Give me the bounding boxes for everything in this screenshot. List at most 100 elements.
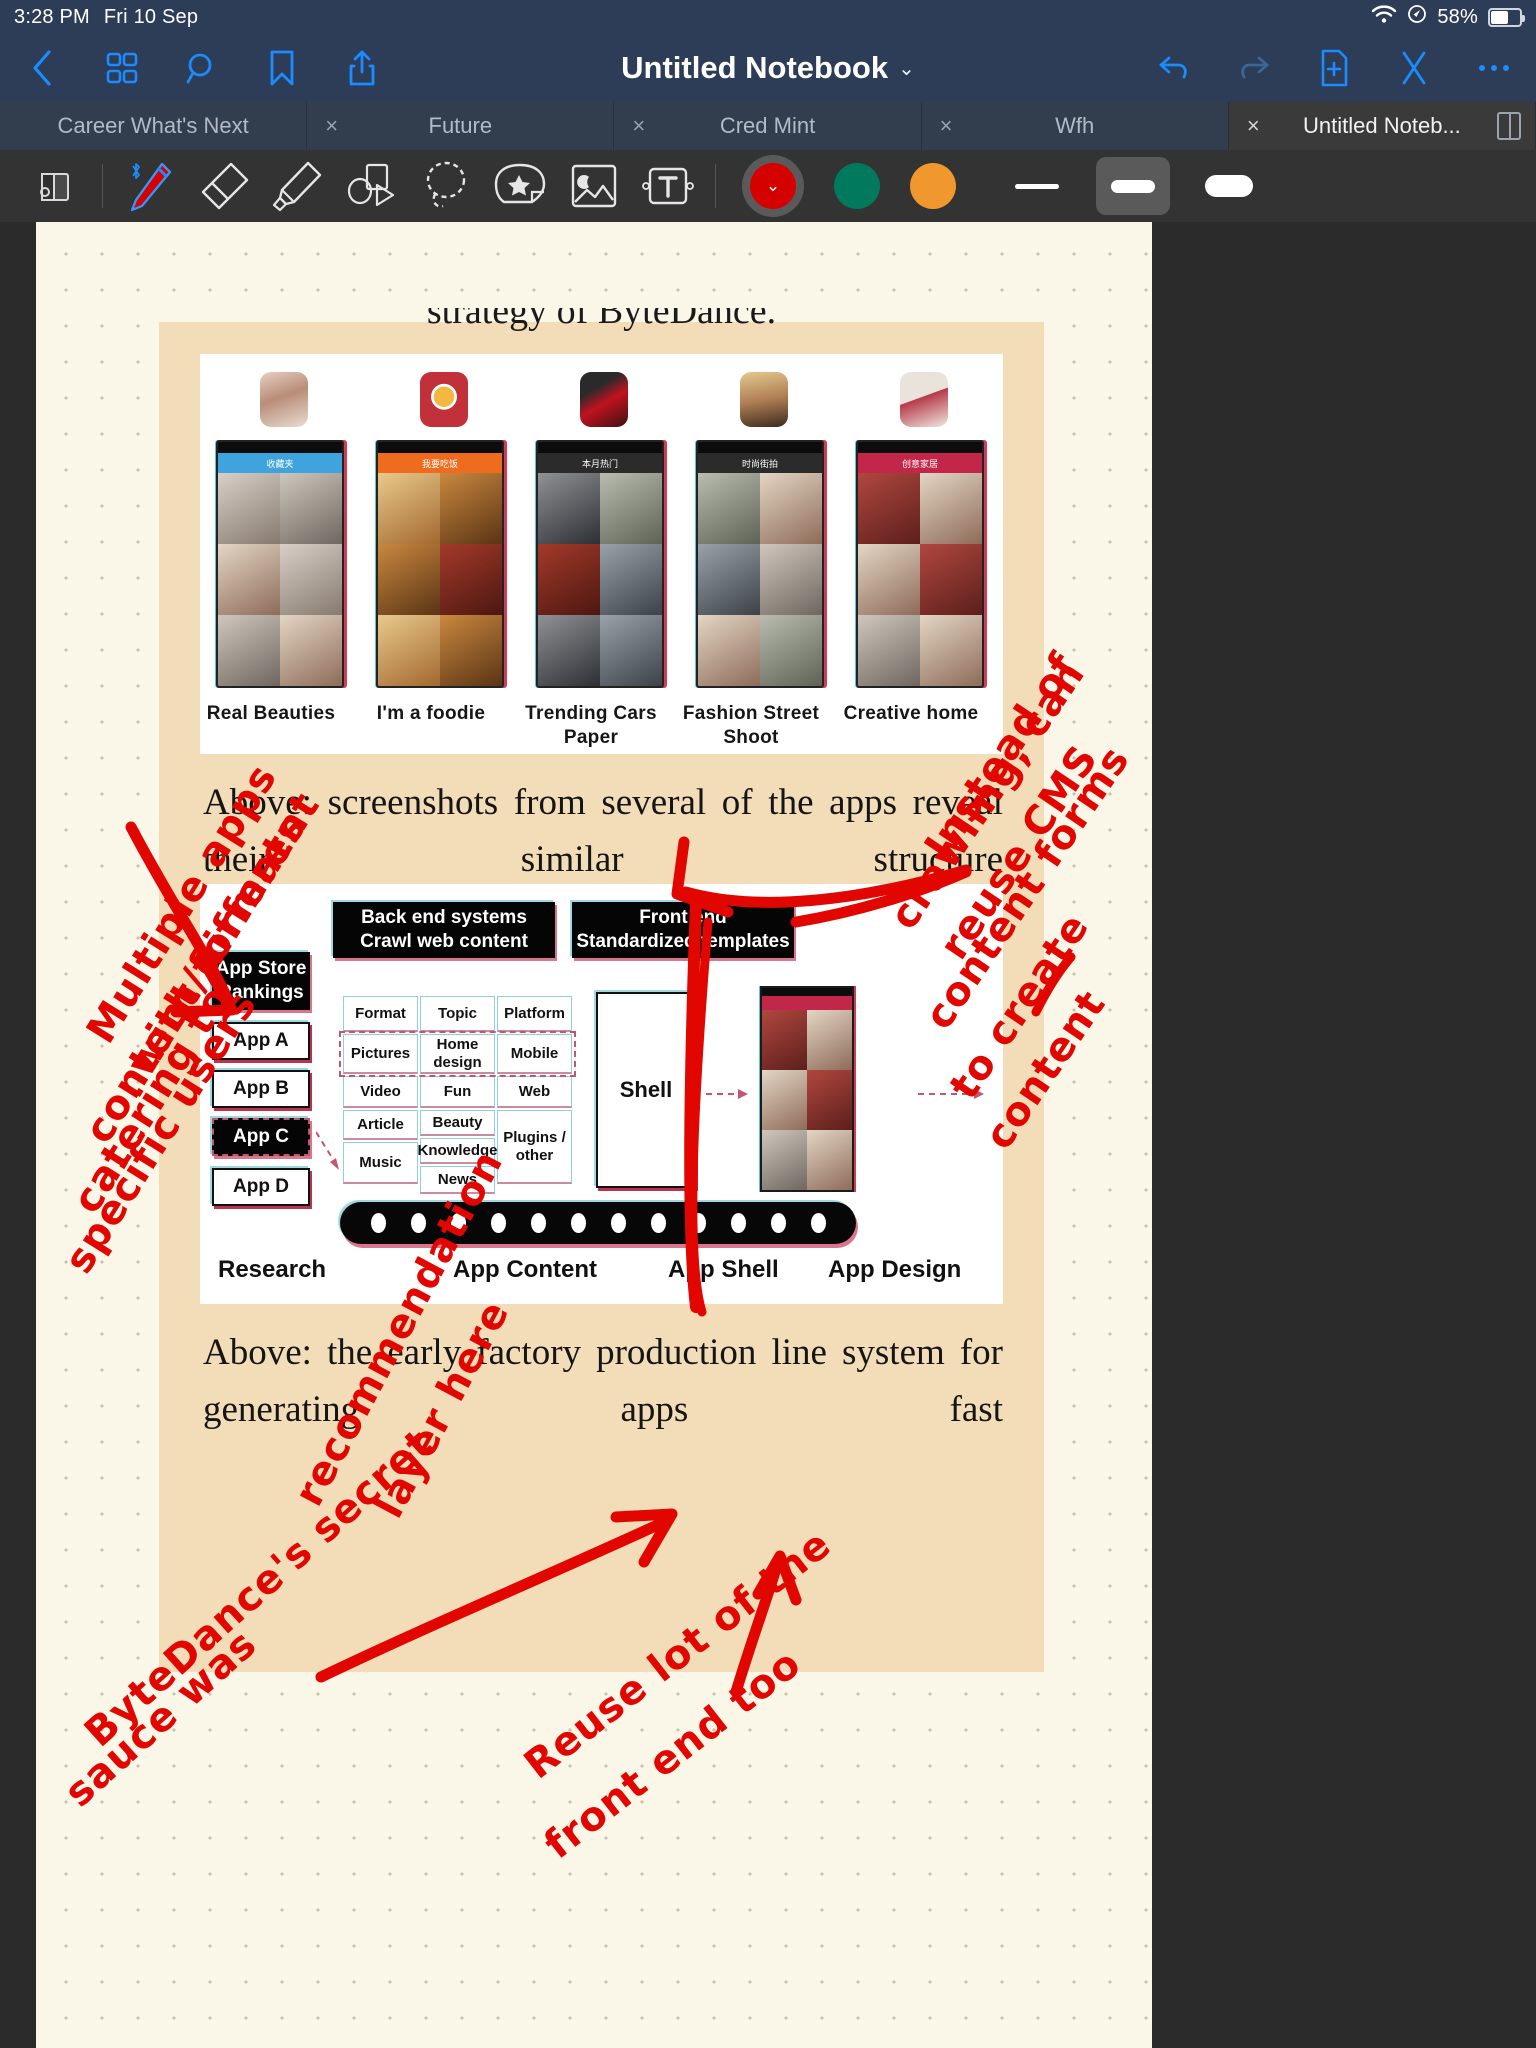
notebook-tab-strip: Career What's Next × Future × Cred Mint … — [0, 102, 1536, 150]
navigation-bar: Untitled Notebook ⌄ — [0, 34, 1536, 102]
bluetooth-icon — [129, 161, 143, 181]
app-icon-5 — [900, 372, 948, 427]
color-red-selected[interactable]: ⌄ — [742, 155, 804, 217]
split-view-icon[interactable] — [1497, 112, 1522, 140]
tab-label: Untitled Noteb... — [1303, 113, 1461, 138]
arrow-appc-to-matrix — [315, 1128, 344, 1170]
matrix-cell-plugins-other: Plugins / other — [497, 1110, 572, 1184]
diagram-label-app-shell: App Shell — [668, 1256, 779, 1283]
app-label-2: I'm a foodie — [376, 703, 486, 724]
matrix-cell-topic: Topic — [420, 996, 495, 1032]
highlighter-icon[interactable] — [261, 157, 335, 215]
canvas-right-margin — [1152, 222, 1536, 2048]
tab-wfh[interactable]: × Wfh — [921, 102, 1229, 150]
tab-close-icon[interactable]: × — [1247, 115, 1260, 137]
more-options-icon[interactable] — [1474, 48, 1514, 88]
phone-header-1: 收藏夹 — [218, 453, 342, 473]
bookmark-icon[interactable] — [262, 48, 302, 88]
phone-screenshot-1: 收藏夹 — [216, 440, 344, 688]
diagram-back-end-label: Back end systems Crawl web content — [360, 907, 528, 952]
sticker-icon[interactable] — [483, 157, 557, 215]
canvas-left-margin — [0, 222, 36, 2048]
close-icon[interactable] — [1394, 48, 1434, 88]
document-heading-text: strategy of ByteDance. — [426, 308, 777, 332]
diagram-label-research: Research — [218, 1256, 327, 1283]
app-label-3: Trending Cars Paper — [525, 703, 657, 748]
diagram-app-d-label: App D — [233, 1176, 289, 1197]
image-icon[interactable] — [557, 157, 631, 215]
search-icon[interactable] — [182, 48, 222, 88]
template-phone-thumbnail — [760, 986, 854, 1192]
stroke-thin[interactable] — [1000, 157, 1074, 215]
app-label-5: Creative home — [843, 703, 979, 724]
tab-label: Wfh — [1055, 113, 1095, 138]
arrow-shell-to-template — [706, 1087, 752, 1099]
share-icon[interactable] — [342, 48, 382, 88]
phone-screenshot-2: 我要吃饭 — [376, 440, 504, 688]
diagram-front-end-label: Front end Standardized templates — [576, 907, 790, 952]
page-view-icon[interactable] — [18, 157, 92, 215]
chevron-down-icon: ⌄ — [898, 57, 915, 80]
status-bar: 3:28 PM Fri 10 Sep 58% — [0, 0, 1536, 34]
matrix-cell-music: Music — [343, 1142, 418, 1184]
notebook-page-canvas[interactable]: strategy of ByteDance. 收藏夹 我要吃饭 本月热门 时尚街… — [36, 222, 1152, 2048]
tab-cred-mint[interactable]: × Cred Mint — [614, 102, 922, 150]
drawing-toolbar: ⌄ — [0, 150, 1536, 222]
matrix-cell-beauty: Beauty — [420, 1110, 495, 1136]
figure-production-line-diagram: Back end systems Crawl web content Front… — [200, 884, 1003, 1304]
tab-close-icon[interactable]: × — [325, 115, 338, 137]
diagram-label-app-content: App Content — [453, 1256, 597, 1283]
stroke-medium[interactable] — [1096, 157, 1170, 215]
tab-untitled-notebook[interactable]: × Untitled Noteb... — [1228, 102, 1536, 150]
diagram-app-c-label: App C — [233, 1126, 289, 1148]
color-caret-icon: ⌄ — [765, 176, 781, 195]
app-icon-1 — [260, 372, 308, 427]
figure-1-caption: Above: screenshots from several of the a… — [203, 782, 1003, 881]
diagram-app-b-box: App B — [212, 1070, 310, 1108]
tab-career-whats-next[interactable]: Career What's Next — [0, 102, 308, 150]
matrix-cell-format: Format — [343, 996, 418, 1032]
lasso-select-icon[interactable] — [409, 157, 483, 215]
shapes-icon[interactable] — [335, 157, 409, 215]
matrix-highlight-dashed-box — [339, 1031, 576, 1077]
diagram-back-end-box: Back end systems Crawl web content — [333, 902, 555, 958]
text-box-icon[interactable] — [631, 157, 705, 215]
phone-screenshot-5: 创意家居 — [856, 440, 984, 688]
ipad-notebook-app: 3:28 PM Fri 10 Sep 58% Untitled Notebook… — [0, 0, 1536, 2048]
app-icon-4 — [740, 372, 788, 427]
eraser-icon[interactable] — [187, 157, 261, 215]
color-orange[interactable] — [910, 163, 956, 209]
pen-icon[interactable] — [113, 157, 187, 215]
tab-close-icon[interactable]: × — [940, 115, 953, 137]
color-green[interactable] — [834, 163, 880, 209]
diagram-label-app-design: App Design — [828, 1256, 962, 1283]
add-page-icon[interactable] — [1314, 48, 1354, 88]
phone-header-4: 时尚街拍 — [698, 453, 822, 473]
battery-percent: 58% — [1437, 5, 1478, 28]
matrix-cell-platform: Platform — [497, 996, 572, 1032]
location-icon — [1407, 4, 1427, 30]
tab-future[interactable]: × Future — [307, 102, 615, 150]
diagram-shell-label: Shell — [619, 1077, 673, 1102]
matrix-cell-video: Video — [343, 1076, 418, 1108]
stroke-thick[interactable] — [1192, 157, 1266, 215]
document-heading-clipped: strategy of ByteDance. — [159, 308, 1044, 344]
back-chevron-icon[interactable] — [22, 48, 62, 88]
wifi-icon — [1371, 4, 1397, 30]
phone-screenshot-3: 本月热门 — [536, 440, 664, 688]
toolbar-divider — [102, 164, 103, 208]
matrix-cell-web: Web — [497, 1076, 572, 1108]
grid-view-icon[interactable] — [102, 48, 142, 88]
redo-icon[interactable] — [1234, 48, 1274, 88]
diagram-shell-box: Shell — [596, 992, 696, 1188]
matrix-cell-article: Article — [343, 1110, 418, 1140]
phone-header-2: 我要吃饭 — [378, 453, 502, 473]
notebook-title-button[interactable]: Untitled Notebook ⌄ — [621, 50, 915, 86]
phone-header-3: 本月热门 — [538, 453, 662, 473]
undo-icon[interactable] — [1154, 48, 1194, 88]
app-icon-2 — [420, 372, 468, 427]
diagram-front-end-box: Front end Standardized templates — [572, 902, 794, 958]
tab-close-icon[interactable]: × — [632, 115, 645, 137]
phone-screenshot-4: 时尚街拍 — [696, 440, 824, 688]
diagram-app-c-box: App C — [212, 1118, 310, 1156]
